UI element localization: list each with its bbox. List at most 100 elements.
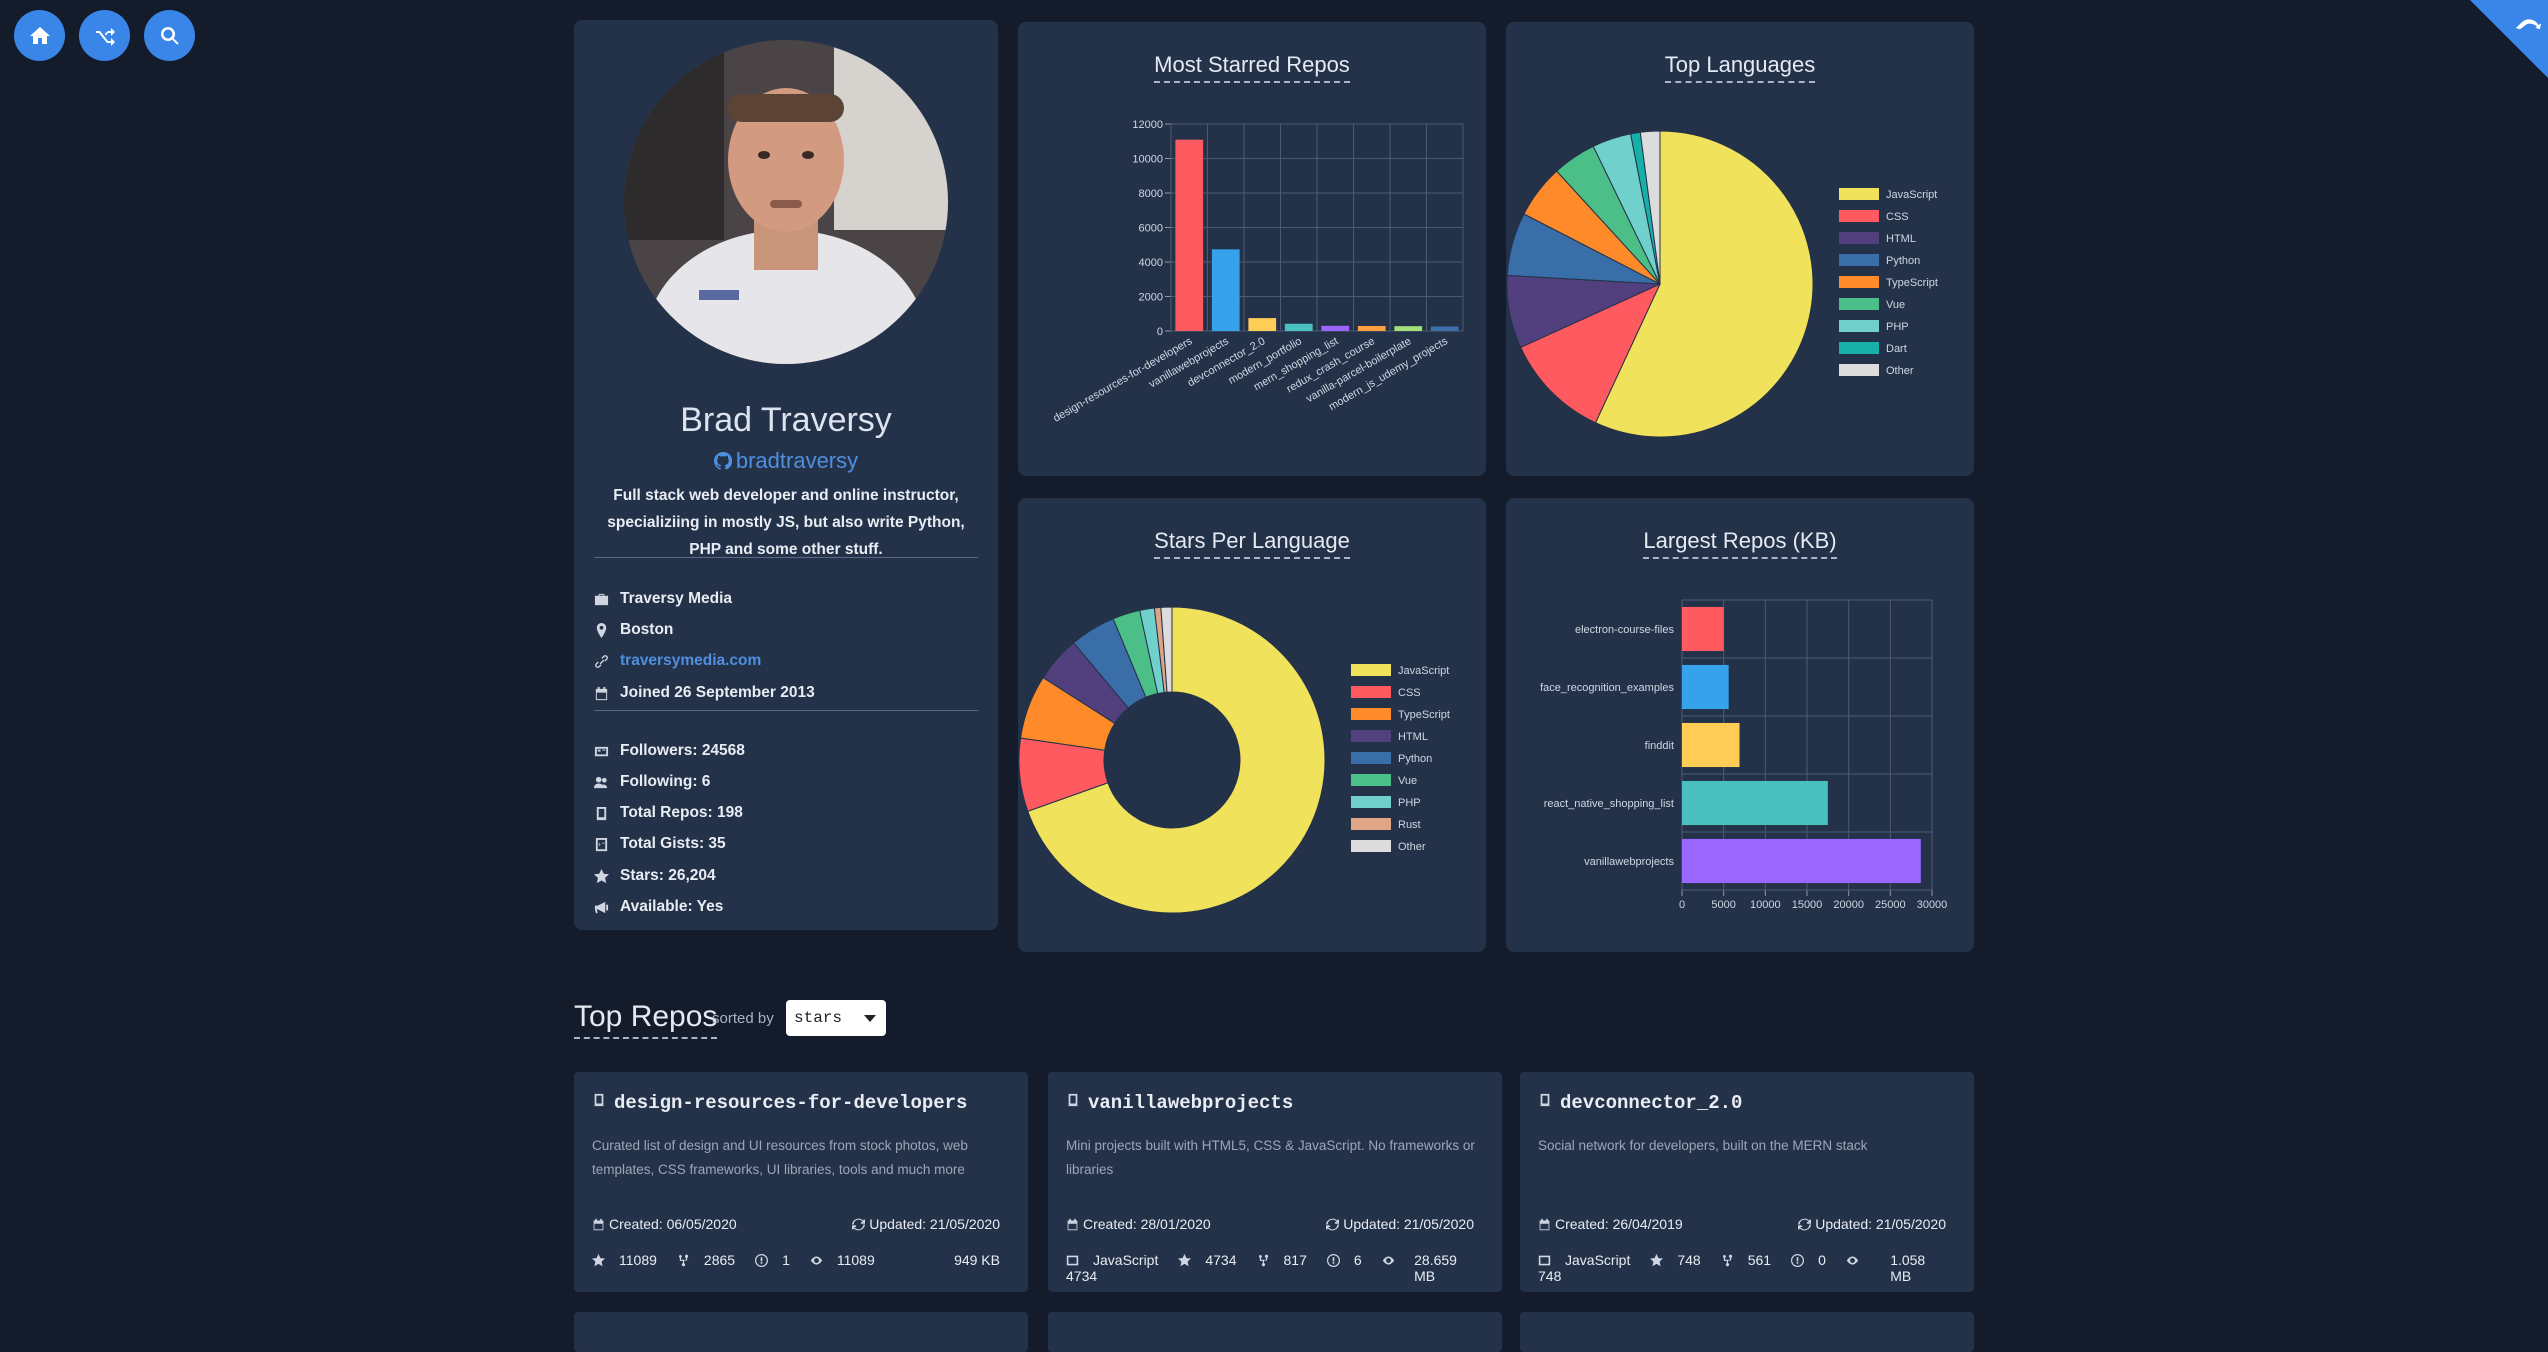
repo-card[interactable] (574, 1312, 1028, 1352)
legend-label: Rust (1398, 819, 1421, 831)
stars-text: Stars: 26,204 (620, 867, 716, 884)
repo-name[interactable]: devconnector_2.0 (1560, 1092, 1742, 1114)
legend-swatch (1839, 254, 1879, 266)
legend-label: Vue (1886, 299, 1905, 311)
eye-icon (810, 1252, 827, 1268)
legend-swatch (1351, 818, 1391, 830)
location-text: Boston (620, 621, 674, 638)
repo-name[interactable]: design-resources-for-developers (614, 1092, 967, 1114)
repo-stats: JavaScript 748 561 0748 1.058 MB (1538, 1252, 1946, 1284)
updated-date: Updated: 21/05/2020 (1326, 1216, 1474, 1232)
y-tick-label: vanillawebprojects (1584, 856, 1674, 868)
repo-name-link[interactable]: design-resources-for-developers (592, 1092, 967, 1114)
repo-description: Mini projects built with HTML5, CSS & Ja… (1066, 1138, 1475, 1177)
shuffle-icon (95, 27, 115, 46)
following-text: Following: 6 (620, 773, 711, 790)
stars-per-language-doughnut-chart: JavaScript CSS TypeScript HTML Python Vue PHP R… (1018, 606, 1450, 914)
random-button[interactable] (79, 10, 130, 61)
legend-swatch (1351, 664, 1391, 676)
bar (1175, 139, 1204, 331)
legend-swatch (1839, 298, 1879, 310)
stars-per-language-chart-card: Stars Per Language JavaScript CSS TypeScri… (1018, 498, 1486, 952)
y-tick-label: electron-course-files (1575, 624, 1675, 636)
legend-swatch (1351, 730, 1391, 742)
repo-name-link[interactable]: vanillawebprojects (1066, 1092, 1293, 1114)
issue-count: 1 (755, 1252, 800, 1268)
following-row: Following: 6 (594, 770, 710, 794)
language-badge: JavaScript (1538, 1252, 1640, 1268)
divider (594, 710, 978, 711)
bar (1248, 318, 1277, 331)
legend-label: TypeScript (1398, 709, 1450, 721)
followers-icon (594, 746, 609, 756)
map-pin-icon (596, 622, 607, 638)
legend-swatch (1839, 342, 1879, 354)
legend-swatch (1351, 686, 1391, 698)
repo-name-link[interactable]: devconnector_2.0 (1538, 1092, 1742, 1114)
profile-login-link[interactable]: bradtraversy (574, 448, 998, 474)
profile-login-text: bradtraversy (735, 448, 859, 473)
issue-icon (1326, 1252, 1344, 1268)
sorted-by-label: sorted by (712, 1010, 774, 1027)
issue-icon (1791, 1252, 1808, 1268)
repo-card[interactable] (1048, 1312, 1502, 1352)
star-count: 4734 (1178, 1252, 1246, 1268)
bar (1682, 722, 1740, 768)
github-corner-icon (2515, 19, 2542, 30)
bar (1357, 325, 1386, 331)
y-tick-label: 0 (1157, 326, 1163, 338)
search-icon (160, 26, 179, 45)
star-count: 11089 (592, 1252, 667, 1268)
eye-icon (1382, 1252, 1399, 1268)
legend-label: Python (1398, 753, 1432, 765)
repo-card[interactable] (1520, 1312, 1974, 1352)
top-languages-pie-chart: JavaScript CSS HTML Python TypeScript Vue PHP D… (1506, 130, 1938, 438)
repo-card[interactable]: devconnector_2.0 Social network for devel… (1520, 1072, 1974, 1292)
repo-card[interactable]: design-resources-for-developers Curated l… (574, 1072, 1028, 1292)
repo-size: 949 KB (954, 1252, 1000, 1268)
star-icon (594, 868, 609, 883)
watcher-count: 11089 (810, 1252, 885, 1268)
search-button[interactable] (144, 10, 195, 61)
repo-icon (592, 1092, 614, 1114)
sync-icon (852, 1216, 869, 1232)
sync-icon (1326, 1216, 1343, 1232)
followers-row: Followers: 24568 (594, 739, 745, 763)
y-tick-label: 6000 (1139, 223, 1163, 235)
repo-size: 28.659 MB (1414, 1252, 1457, 1284)
legend-label: PHP (1398, 797, 1421, 809)
repo-dates: Created: 28/01/2020 Updated: 21/05/2020 (1066, 1216, 1474, 1232)
repo-size: 1.058 MB (1890, 1252, 1926, 1284)
legend-swatch (1839, 276, 1879, 288)
repo-icon (1066, 1092, 1088, 1114)
sync-icon (1798, 1216, 1815, 1232)
blog-link[interactable]: traversymedia.com (620, 652, 761, 670)
repo-stats: JavaScript 4734 817 64734 28.659 MB (1066, 1252, 1474, 1284)
blog-row[interactable]: traversymedia.com (594, 649, 761, 673)
gists-row: Total Gists: 35 (594, 832, 726, 856)
profile-card: Brad Traversy bradtraversy Full stack we… (574, 20, 998, 930)
bar (1682, 838, 1921, 884)
repo-name[interactable]: vanillawebprojects (1088, 1092, 1293, 1114)
fork-count: 561 (1721, 1252, 1781, 1268)
x-tick-label: design-resources-for-developers (1051, 335, 1195, 425)
sort-select[interactable]: stars (786, 1000, 886, 1036)
github-corner[interactable] (2470, 0, 2548, 78)
calendar-icon (595, 686, 608, 700)
repo-icon (1538, 1092, 1560, 1114)
fork-icon (677, 1252, 694, 1268)
repo-dates: Created: 06/05/2020 Updated: 21/05/2020 (592, 1216, 1000, 1232)
star-icon (592, 1252, 609, 1268)
bar (1430, 326, 1459, 331)
calendar-icon (592, 1216, 609, 1232)
legend-swatch (1351, 752, 1391, 764)
company-row: Traversy Media (594, 587, 732, 611)
bar (1682, 664, 1729, 710)
home-icon (29, 26, 50, 44)
bar (1321, 325, 1350, 331)
home-button[interactable] (14, 10, 65, 61)
profile-name: Brad Traversy (680, 401, 892, 439)
repo-card[interactable]: vanillawebprojects Mini projects built wi… (1048, 1072, 1502, 1292)
repo-description: Social network for developers, built on … (1538, 1138, 1868, 1153)
created-date: Created: 06/05/2020 (592, 1216, 737, 1232)
